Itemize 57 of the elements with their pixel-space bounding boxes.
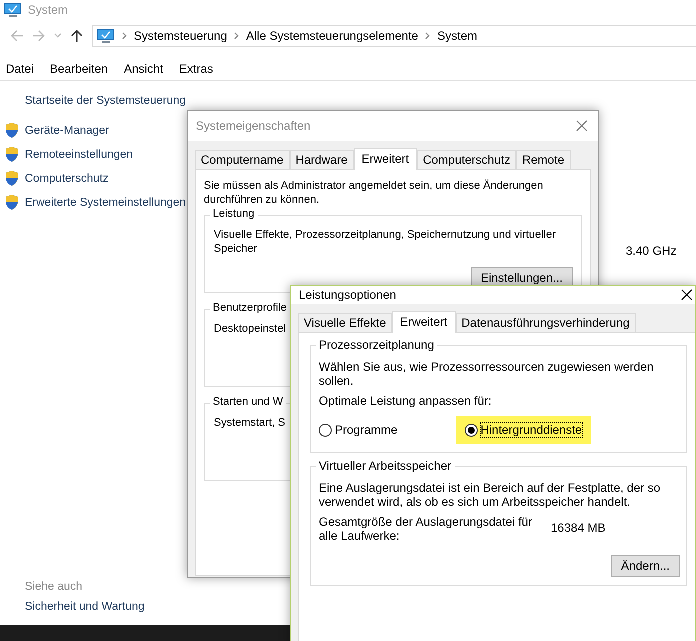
total-label: Gesamtgröße der Auslagerungsdatei für alle Laufwerke: [319,515,534,543]
sidebar-link[interactable]: Geräte-Manager [25,124,110,136]
chevron-icon [234,32,240,40]
close-button[interactable] [681,289,693,301]
tab[interactable]: Datenausführungsverhinderung [456,313,636,332]
radio-label[interactable]: Hintergrunddienste [480,423,582,437]
tab[interactable]: Computername [195,150,290,169]
info-text: Sie müssen als Administrator angemeldet sein, um diese Änderungen durchführen zu können. [204,179,544,207]
window-title: System [28,3,68,17]
home-link[interactable]: Startseite der Systemsteuerung [4,95,204,107]
prompt-text: Optimale Leistung anpassen für: [319,394,493,408]
group-text: Eine Auslagerungsdatei ist ein Bereich auf der Festplatte, der so verwendet wird, als ob es sich um Arbeitsspeicher handelt. [319,481,662,509]
address-bar[interactable]: Systemsteuerung Alle Systemsteuerungselemente System [92,25,696,47]
tab[interactable]: Visuelle Effekte [298,313,392,332]
total-value: 16384 MB [551,520,606,535]
group-text: Visuelle Effekte, Prozessorzeitplanung, Speichernutzung und virtueller Speicher [214,228,558,256]
change-button[interactable]: Ändern... [611,555,680,577]
radio-button[interactable] [319,424,332,436]
chevron-icon [425,32,430,40]
shield-icon [4,146,20,163]
tab[interactable]: Erweitert [354,148,418,170]
tab[interactable]: Remote [516,150,570,169]
tab[interactable]: Computerschutz [417,150,516,169]
tab[interactable]: Erweitert [392,311,456,333]
menu-item[interactable]: Extras [179,62,214,76]
group-text: Wählen Sie aus, wie Prozessorressourcen zugewiesen werden sollen. [319,360,655,388]
shield-icon [4,194,20,211]
group-title: Starten und W [210,396,286,408]
sidebar-link[interactable]: Sicherheit und Wartung [4,601,204,613]
sidebar-link[interactable]: Computerschutz [25,172,109,184]
sidebar-link[interactable]: Remoteeinstellungen [25,148,134,160]
radio-label[interactable]: Programme [335,423,398,437]
computer-icon [4,2,22,18]
shield-icon [4,122,20,139]
computer-icon [97,28,115,44]
radio-button[interactable] [464,424,478,436]
menu-item[interactable]: Datei [6,62,34,76]
tab[interactable]: Hardware [290,150,354,169]
up-button[interactable] [70,29,84,43]
group-title: Virtueller Arbeitsspeicher [316,459,455,473]
shield-icon [4,170,20,187]
group-title: Leistung [210,208,258,220]
dialog-title: Leistungsoptionen [299,288,396,302]
group-text: Desktopeinstel [214,322,286,336]
menu-item[interactable]: Ansicht [124,62,164,76]
chevron-icon [122,32,127,40]
processor-speed: 3.40 GHz [626,244,678,258]
section-label: Siehe auch [24,581,84,593]
breadcrumb[interactable]: Systemsteuerung [134,29,228,43]
menu-item[interactable]: Bearbeiten [50,62,108,76]
group-title: Benutzerprofile [210,302,290,314]
group-text: Systemstart, S [214,416,286,430]
dialog-title: Systemeigenschaften [196,119,311,133]
breadcrumb[interactable]: System [437,29,478,43]
breadcrumb[interactable]: Alle Systemsteuerungselemente [246,29,418,43]
sidebar-link[interactable]: Erweiterte Systemeinstellungen [25,196,186,208]
group-title: Prozessorzeitplanung [316,338,438,352]
